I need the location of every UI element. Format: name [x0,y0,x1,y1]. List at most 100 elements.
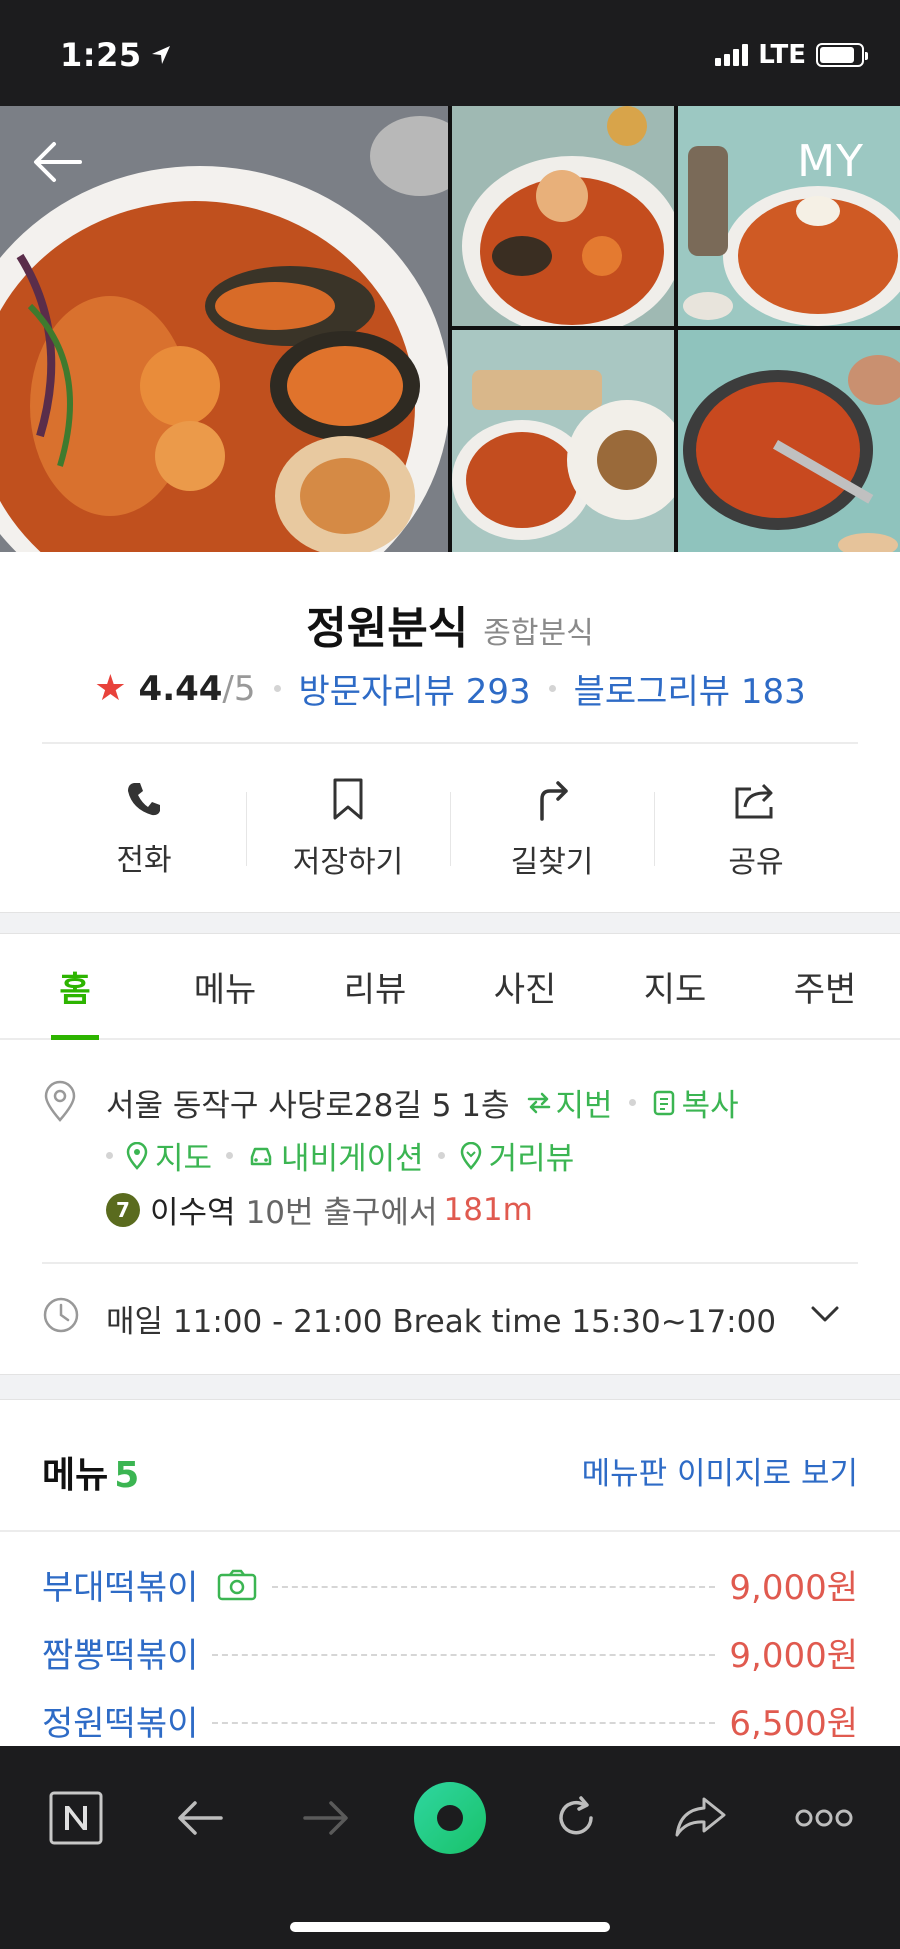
tab-nearby[interactable]: 주변 [750,934,900,1038]
separator-dot [226,1152,234,1159]
menu-item-price: 6,500원 [729,1704,858,1744]
call-button[interactable]: 전화 [42,764,246,894]
section-gap [0,1374,900,1400]
more-button[interactable] [784,1778,864,1858]
back-button[interactable] [30,134,86,190]
directions-button[interactable]: 길찾기 [450,764,654,894]
streetview-icon [460,1141,481,1170]
hours-text: 매일 11:00 - 21:00 Break time 15:30~17:00 [106,1304,777,1340]
map-link[interactable]: 지도 [125,1133,212,1178]
arrow-left-icon [178,1801,223,1835]
battery-icon [816,43,868,67]
address-section: 서울 동작구 사당로28길 5 1층 지번 복사 지도 내비게이션 거리뷰 7 … [0,1040,900,1262]
thumb-photo-4[interactable] [678,330,900,552]
subway-info: 7 이수역 10번 출구에서 181m [106,1187,533,1232]
directions-icon [540,781,568,821]
place-category: 종합분식 [483,616,594,651]
subway-line-badge: 7 [106,1192,140,1227]
tab-review[interactable]: 리뷰 [300,934,450,1038]
menu-item[interactable]: 부대떡볶이 9,000원 [42,1560,858,1609]
share-button[interactable]: 공유 [654,764,858,894]
location-arrow-icon [151,46,170,64]
address-actions: 지도 내비게이션 거리뷰 [106,1133,574,1178]
tab-menu[interactable]: 메뉴 [150,934,300,1038]
share-arrow-icon [675,1797,726,1837]
thumb-photo-1[interactable] [452,106,674,326]
refresh-icon [559,1796,593,1835]
thumb-photo-3[interactable] [452,330,674,552]
browser-toolbar [0,1746,900,1949]
directions-label: 길찾기 [510,845,594,880]
separator-dot [106,1152,113,1159]
divider [42,742,858,744]
save-label: 저장하기 [292,845,404,880]
separator-dot [628,1099,636,1106]
green-dot-icon [414,1782,486,1854]
back-arrow-icon [34,142,82,182]
distance-text: 181m [443,1191,533,1228]
separator-dot [273,685,281,692]
streetview-link[interactable]: 거리뷰 [459,1133,575,1178]
streetview-label: 거리뷰 [488,1141,575,1177]
camera-icon [218,1569,257,1600]
jibun-label: 지번 [555,1088,613,1124]
photo-gallery[interactable] [0,106,900,552]
rating-score: 4.44 [138,668,223,709]
swap-icon [527,1092,550,1113]
time-text: 1:25 [60,36,142,74]
menu-item-price: 9,000원 [729,1568,858,1608]
dotted-leader [212,1653,716,1656]
tab-map[interactable]: 지도 [600,934,750,1038]
thumb-photo-2[interactable] [678,106,900,326]
menu-item-price: 9,000원 [729,1636,858,1676]
title-row: 정원분식 종합분식 [0,592,900,656]
menu-image-link[interactable]: 메뉴판 이미지로 보기 [582,1448,858,1493]
menu-list: 부대떡볶이 9,000원 짬뽕떡볶이 9,000원 정원떡볶이 6,500원 [0,1532,900,1746]
tab-home[interactable]: 홈 [0,934,150,1038]
section-gap [0,912,900,934]
call-label: 전화 [116,843,172,878]
place-name: 정원분식 [306,603,469,654]
copy-button[interactable]: 복사 [652,1080,739,1125]
chevron-down-icon[interactable] [810,1304,840,1324]
car-icon [250,1147,272,1165]
map-pin-icon [126,1141,148,1170]
status-time: 1:25 [60,36,172,74]
share-label: 공유 [728,845,784,880]
menu-item[interactable]: 정원떡볶이 6,500원 [42,1696,858,1745]
map-label: 지도 [155,1141,213,1177]
location-pin-icon [44,1080,76,1122]
hours-row[interactable]: 매일 11:00 - 21:00 Break time 15:30~17:00 [0,1264,900,1374]
tab-photo[interactable]: 사진 [450,934,600,1038]
home-indicator[interactable] [290,1922,610,1932]
visitor-review-link[interactable]: 방문자리뷰 293 [299,664,531,713]
tab-bar: 홈 메뉴 리뷰 사진 지도 주변 [0,934,900,1040]
share-icon [735,783,773,819]
phone-icon [128,783,160,816]
action-bar: 전화 저장하기 길찾기 공유 [42,764,858,894]
save-button[interactable]: 저장하기 [246,764,450,894]
menu-item-name: 짬뽕떡볶이 [42,1636,199,1676]
browser-share-button[interactable] [660,1778,740,1858]
star-icon: ★ [94,668,127,709]
menu-count: 5 [114,1455,140,1496]
exit-text: 10번 출구에서 [245,1195,438,1231]
browser-back-button[interactable] [160,1778,240,1858]
browser-forward-button[interactable] [286,1778,366,1858]
naver-logo-icon [49,1791,103,1845]
refresh-button[interactable] [536,1778,616,1858]
more-dots-icon [795,1809,853,1827]
my-button[interactable]: MY [797,136,864,187]
navigation-label: 내비게이션 [281,1141,424,1177]
blog-review-link[interactable]: 블로그리뷰 183 [574,664,806,713]
jibun-button[interactable]: 지번 [526,1080,613,1125]
navigation-link[interactable]: 내비게이션 [247,1133,424,1178]
green-dot-button[interactable] [410,1778,490,1858]
menu-item[interactable]: 짬뽕떡볶이 9,000원 [42,1628,858,1677]
menu-header: 메뉴 5 메뉴판 이미지로 보기 [0,1400,900,1532]
menu-item-name: 부대떡볶이 [42,1568,199,1608]
menu-title: 메뉴 5 [42,1446,139,1498]
naver-home-button[interactable] [36,1778,116,1858]
copy-icon [653,1090,674,1115]
address-line: 서울 동작구 사당로28길 5 1층 지번 복사 [106,1080,739,1125]
